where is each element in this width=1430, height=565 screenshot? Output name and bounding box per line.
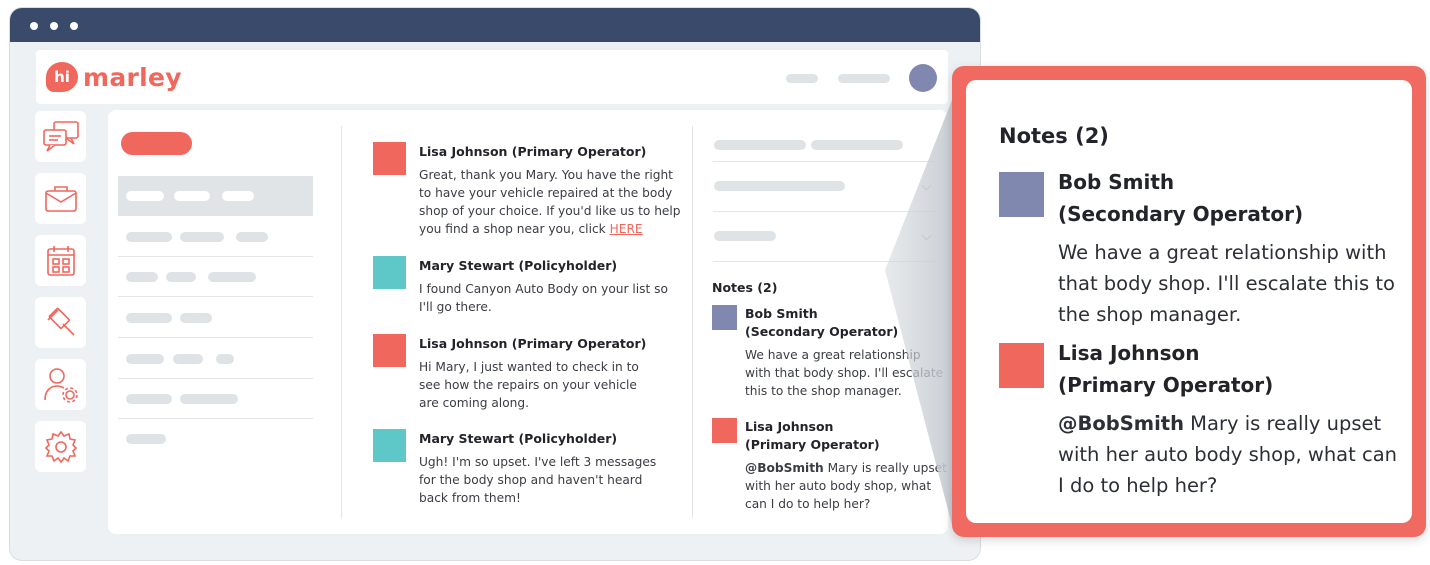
note-author: Lisa Johnson (Primary Operator) (1058, 341, 1274, 397)
secondary-operator-avatar (999, 172, 1044, 217)
note-text: @BobSmith Mary is really upset with her … (1058, 412, 1398, 497)
operator-avatar (999, 343, 1044, 388)
notes-callout-card: Notes (2) Bob Smith (Secondary Operator) … (966, 80, 1412, 523)
notes-callout-title: Notes (2) (999, 124, 1109, 148)
note-author: Bob Smith (Secondary Operator) (1058, 170, 1304, 226)
mention[interactable]: @BobSmith (1058, 412, 1184, 435)
notes-callout: Notes (2) Bob Smith (Secondary Operator) … (952, 66, 1426, 537)
note-text: We have a great relationship with that b… (1058, 241, 1395, 326)
